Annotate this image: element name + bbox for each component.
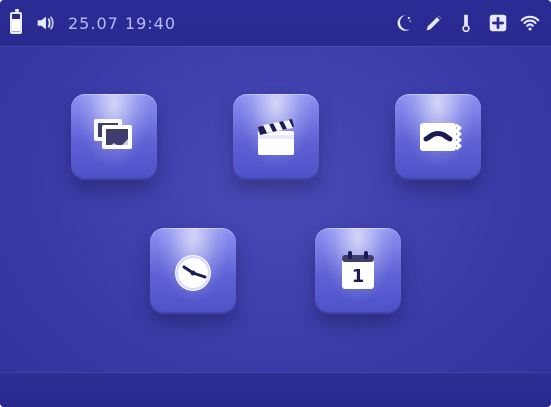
thermometer-icon bbox=[455, 12, 477, 34]
device-frame: 25.07 19:40 1 bbox=[0, 0, 551, 407]
app-grid: 1 bbox=[0, 46, 551, 373]
calendar-app-button[interactable]: 1 bbox=[315, 228, 401, 314]
home-screen: 25.07 19:40 1 bbox=[0, 0, 551, 407]
pencil-icon bbox=[423, 12, 445, 34]
photo-album-icon bbox=[94, 119, 132, 149]
wifi-icon bbox=[519, 12, 541, 34]
moon-icon bbox=[391, 12, 413, 34]
speaker-icon bbox=[34, 12, 56, 34]
video-app-button[interactable] bbox=[233, 94, 319, 180]
calendar-icon: 1 bbox=[342, 251, 374, 289]
clock-icon bbox=[175, 255, 211, 291]
status-bar: 25.07 19:40 bbox=[0, 0, 551, 46]
status-bar-right bbox=[391, 0, 541, 46]
date-time: 25.07 19:40 bbox=[68, 13, 176, 33]
phonebook-icon bbox=[420, 123, 462, 151]
bottom-bar bbox=[0, 373, 551, 407]
photos-app-button[interactable] bbox=[71, 94, 157, 180]
calendar-day: 1 bbox=[352, 266, 365, 287]
phonebook-app-button[interactable] bbox=[395, 94, 481, 180]
status-bar-left: 25.07 19:40 bbox=[10, 0, 176, 46]
clock-app-button[interactable] bbox=[150, 228, 236, 314]
plus-box-icon bbox=[487, 12, 509, 34]
battery-icon bbox=[10, 9, 22, 34]
clapperboard-icon bbox=[258, 119, 294, 155]
